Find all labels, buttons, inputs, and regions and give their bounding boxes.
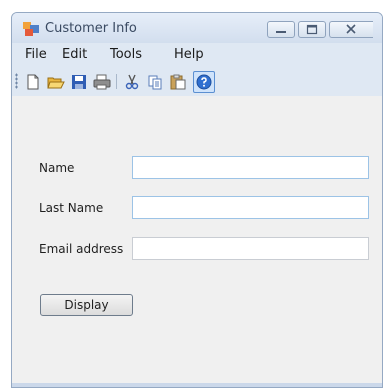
- form-client-area: Name Last Name Email address Display: [12, 96, 382, 387]
- open-icon[interactable]: [45, 71, 67, 93]
- menu-tools[interactable]: Tools: [110, 47, 142, 62]
- maximize-button[interactable]: [298, 21, 326, 38]
- copy-icon[interactable]: [144, 71, 166, 93]
- last-name-field[interactable]: [132, 196, 369, 219]
- menu-edit[interactable]: Edit: [62, 47, 87, 62]
- window-bottom-border: [12, 383, 382, 387]
- display-button[interactable]: Display: [40, 294, 133, 316]
- email-address-field[interactable]: [132, 237, 369, 260]
- new-icon[interactable]: [22, 71, 44, 93]
- window-title: Customer Info: [45, 21, 137, 36]
- title-bar[interactable]: Customer Info: [12, 13, 382, 43]
- customer-info-window: Customer Info File Edit Tools Help Name …: [11, 12, 383, 388]
- toolbar-grip[interactable]: [15, 73, 18, 89]
- last-name-label: Last Name: [39, 201, 104, 215]
- save-icon[interactable]: [68, 71, 90, 93]
- email-address-label: Email address: [39, 242, 124, 256]
- name-field[interactable]: [132, 156, 369, 179]
- toolbar: [12, 68, 382, 95]
- paste-icon[interactable]: [167, 71, 189, 93]
- cut-icon[interactable]: [121, 71, 143, 93]
- close-button[interactable]: [329, 21, 373, 38]
- help-icon[interactable]: [193, 71, 215, 93]
- print-icon[interactable]: [91, 71, 113, 93]
- menu-file[interactable]: File: [25, 47, 47, 62]
- toolbar-separator: [116, 74, 117, 89]
- name-label: Name: [39, 161, 75, 175]
- app-form-icon: [23, 21, 39, 37]
- menu-help[interactable]: Help: [174, 47, 204, 62]
- minimize-button[interactable]: [267, 21, 295, 38]
- menu-bar: File Edit Tools Help: [12, 43, 382, 67]
